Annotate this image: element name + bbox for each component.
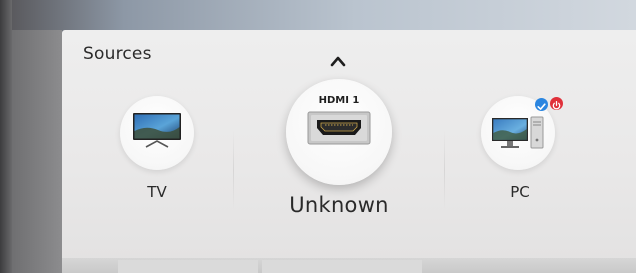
hdmi-connector-icon	[307, 111, 371, 145]
checkmark-badge-icon	[535, 98, 548, 111]
bottom-tile	[118, 260, 258, 273]
source-label-tv: TV	[147, 183, 167, 201]
background-picture	[12, 0, 636, 34]
source-top-label-hdmi: HDMI 1	[318, 95, 360, 106]
tv-icon	[133, 113, 181, 148]
power-badge-icon	[550, 97, 563, 110]
source-label-pc: PC	[510, 183, 530, 201]
panel-title: Sources	[83, 44, 152, 64]
source-tv[interactable]	[120, 96, 194, 170]
bottom-tile	[262, 260, 422, 273]
divider	[233, 130, 234, 210]
divider	[444, 130, 445, 210]
source-label-hdmi: Unknown	[289, 193, 389, 217]
pc-icon	[492, 116, 544, 149]
screen-bezel	[0, 0, 12, 273]
chevron-up-icon[interactable]	[329, 54, 347, 68]
left-edge-strip	[12, 30, 62, 273]
